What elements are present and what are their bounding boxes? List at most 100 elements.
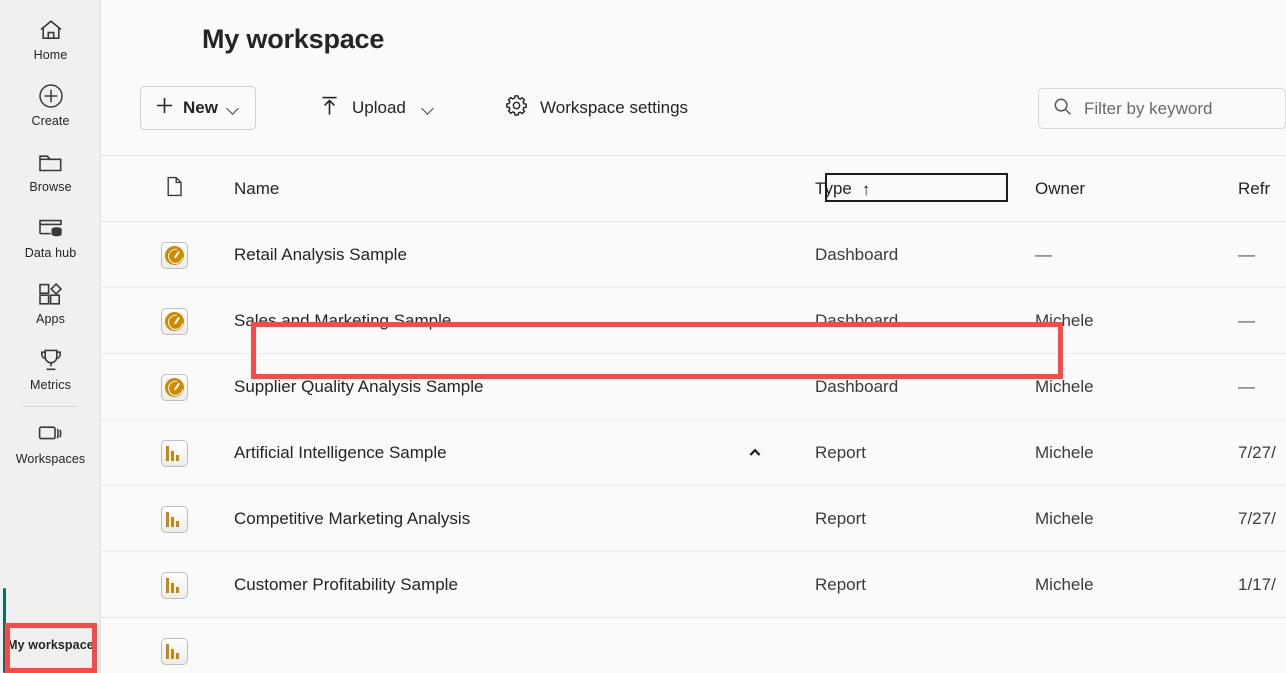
dashboard-icon: [161, 241, 188, 269]
sidebar-item-home[interactable]: Home: [0, 6, 101, 72]
row-owner: Michele: [1035, 311, 1094, 330]
sidebar-item-label: Home: [33, 48, 68, 62]
home-icon: [35, 15, 67, 45]
table-row[interactable]: Competitive Marketing Analysis Report Mi…: [101, 486, 1286, 552]
column-header-refreshed-label: Refr: [1238, 179, 1271, 198]
row-name[interactable]: Supplier Quality Analysis Sample: [234, 354, 483, 420]
sidebar-item-my-workspace[interactable]: My workspace: [0, 617, 101, 673]
row-refreshed: —: [1238, 245, 1255, 264]
workspace-toolbar: New Upload Workspace settings Filter by …: [101, 82, 1286, 156]
row-owner: Michele: [1035, 575, 1094, 594]
row-type: Dashboard: [815, 245, 899, 264]
row-item-icon: [161, 288, 188, 354]
sidebar-item-workspaces[interactable]: Workspaces: [0, 410, 101, 476]
table-row[interactable]: Sales and Marketing Sample Dashboard Mic…: [101, 288, 1286, 354]
search-icon: [1053, 97, 1072, 121]
sidebar-item-metrics[interactable]: Metrics: [0, 336, 101, 402]
row-type: Report: [815, 509, 867, 528]
sidebar-divider: [23, 406, 77, 407]
row-refreshed: 7/27/: [1238, 443, 1276, 462]
sidebar-item-label: Apps: [36, 312, 65, 326]
workspace-settings-label: Workspace settings: [540, 98, 689, 117]
sidebar-item-label: Metrics: [30, 378, 71, 392]
sidebar-item-data-hub[interactable]: Data hub: [0, 204, 101, 270]
row-item-icon: [161, 420, 188, 486]
row-owner: Michele: [1035, 443, 1094, 462]
column-header-owner[interactable]: Owner: [1035, 156, 1085, 222]
search-input[interactable]: [1084, 98, 1274, 119]
new-button[interactable]: New: [140, 86, 256, 130]
apps-icon: [35, 279, 67, 309]
table-row[interactable]: Supplier Quality Analysis Sample Dashboa…: [101, 354, 1286, 420]
plus-circle-icon: [35, 81, 67, 111]
report-icon: [161, 505, 188, 533]
sidebar-item-create[interactable]: Create: [0, 72, 101, 138]
upload-button[interactable]: Upload: [319, 86, 435, 130]
row-owner: Michele: [1035, 509, 1094, 528]
folder-icon: [35, 147, 67, 177]
row-owner: —: [1035, 245, 1052, 264]
table-row[interactable]: Customer Profitability Sample Report Mic…: [101, 552, 1286, 618]
row-refreshed: —: [1238, 377, 1255, 396]
workspace-settings-button[interactable]: Workspace settings: [505, 86, 688, 130]
row-item-icon: [161, 354, 188, 420]
row-name[interactable]: Sales and Marketing Sample: [234, 288, 451, 354]
plus-icon: [155, 96, 174, 120]
column-header-owner-label: Owner: [1035, 179, 1086, 198]
sidebar-item-apps[interactable]: Apps: [0, 270, 101, 336]
left-navigation-sidebar: Home Create Browse Data hub Apps Metrics…: [0, 0, 101, 673]
table-row[interactable]: Artificial Intelligence Sample Report Mi…: [101, 420, 1286, 486]
data-hub-icon: [35, 213, 67, 243]
sidebar-item-label: Data hub: [24, 246, 77, 260]
column-header-refreshed[interactable]: Refr: [1238, 156, 1270, 222]
column-header-name[interactable]: Name: [234, 156, 279, 222]
column-header-type-label: Type: [815, 179, 852, 198]
new-button-label: New: [183, 98, 218, 117]
upload-button-label: Upload: [352, 98, 406, 117]
row-name[interactable]: Artificial Intelligence Sample: [234, 420, 447, 486]
row-type: Dashboard: [815, 377, 899, 396]
table-row[interactable]: Retail Analysis Sample Dashboard — —: [101, 222, 1286, 288]
row-item-icon: [161, 552, 188, 618]
gear-icon: [505, 94, 528, 122]
dashboard-icon: [161, 307, 188, 335]
report-icon: [161, 439, 188, 467]
sidebar-item-label: Browse: [29, 180, 72, 194]
row-name[interactable]: Competitive Marketing Analysis: [234, 486, 470, 552]
power-bi-workspace-page: Home Create Browse Data hub Apps Metrics…: [0, 0, 1286, 673]
row-name[interactable]: Retail Analysis Sample: [234, 222, 407, 288]
row-refreshed: 7/27/: [1238, 509, 1276, 528]
row-type: Report: [815, 575, 867, 594]
row-type: Report: [815, 443, 867, 462]
row-type: Dashboard: [815, 311, 899, 330]
chevron-up-icon: [749, 448, 761, 456]
sidebar-item-label: Workspaces: [15, 452, 86, 466]
sidebar-item-browse[interactable]: Browse: [0, 138, 101, 204]
sidebar-item-label: My workspace: [7, 638, 94, 652]
column-header-type[interactable]: Type ↑: [815, 156, 870, 222]
row-item-icon: [161, 618, 188, 673]
report-icon: [161, 637, 188, 665]
workspace-items-table: Name Type ↑ Owner Refr Retail Analysis S…: [101, 156, 1286, 673]
column-header-name-label: Name: [234, 179, 280, 198]
workspaces-icon: [35, 419, 67, 449]
row-refreshed: 1/17/: [1238, 575, 1276, 594]
sidebar-item-label: Create: [31, 114, 70, 128]
row-owner: Michele: [1035, 377, 1094, 396]
row-item-icon: [161, 486, 188, 552]
table-header-row: Name Type ↑ Owner Refr: [101, 156, 1286, 222]
column-header-item-type-icon[interactable]: [166, 156, 183, 222]
sort-ascending-icon: ↑: [861, 179, 871, 199]
page-title: My workspace: [202, 24, 385, 54]
upload-arrow-icon: [319, 95, 340, 122]
chevron-down-icon: [227, 102, 240, 115]
workspace-main-content: My workspace New Upload Workspace settin…: [101, 0, 1286, 673]
filter-search-box[interactable]: [1038, 88, 1286, 129]
row-item-icon: [161, 222, 188, 288]
dashboard-icon: [161, 373, 188, 401]
report-icon: [161, 571, 188, 599]
chevron-down-icon: [422, 102, 435, 115]
row-name[interactable]: Customer Profitability Sample: [234, 552, 458, 618]
row-refreshed: —: [1238, 311, 1255, 330]
table-row-partial[interactable]: [101, 618, 1286, 673]
